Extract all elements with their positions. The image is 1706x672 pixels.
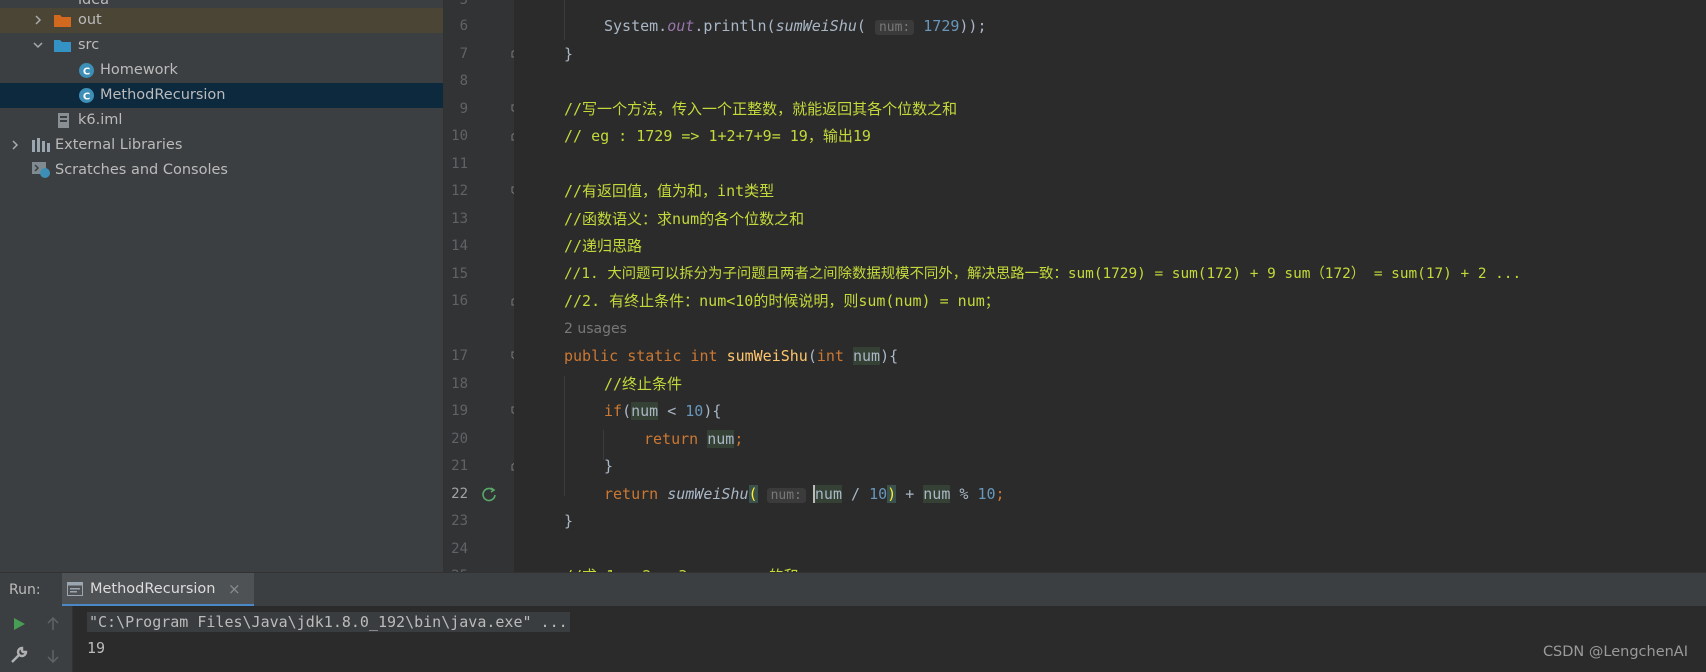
project-panel: idea out src C Homework C MethodRecursio… bbox=[0, 0, 443, 572]
tree-item-label: Homework bbox=[100, 62, 178, 78]
tree-item-label: External Libraries bbox=[55, 137, 183, 153]
tree-item-out[interactable]: out bbox=[0, 8, 443, 33]
line-number: 8 bbox=[459, 73, 468, 89]
code-line-15[interactable]: //1. 大问题可以拆分为子问题且两者之间除数据规模不同外，解决思路一致：sum… bbox=[564, 261, 1521, 287]
code-line-18[interactable]: //终止条件 bbox=[604, 371, 682, 397]
line-number: 13 bbox=[451, 211, 468, 227]
tree-item-label: k6.iml bbox=[78, 112, 123, 128]
code-line-20[interactable]: return num; bbox=[644, 426, 743, 452]
tree-item-label: out bbox=[78, 12, 102, 28]
run-label: Run: bbox=[9, 582, 41, 598]
run-console[interactable]: "C:\Program Files\Java\jdk1.8.0_192\bin\… bbox=[0, 606, 1706, 672]
svg-text:C: C bbox=[83, 67, 90, 78]
recursive-call-icon[interactable] bbox=[481, 486, 497, 502]
code-line-22[interactable]: return sumWeiShu( num: num / 10) + num %… bbox=[604, 481, 1005, 507]
text-cursor: num bbox=[812, 485, 842, 503]
line-number: 21 bbox=[451, 458, 468, 474]
line-number: 10 bbox=[451, 128, 468, 144]
line-number: 11 bbox=[451, 156, 468, 172]
code-line-7[interactable]: } bbox=[564, 41, 573, 67]
library-icon bbox=[32, 138, 50, 152]
close-icon[interactable]: × bbox=[228, 580, 241, 598]
chevron-down-icon[interactable] bbox=[32, 39, 44, 51]
tree-item-scratches[interactable]: Scratches and Consoles bbox=[0, 158, 443, 183]
arrow-up-icon[interactable] bbox=[46, 616, 60, 632]
java-class-icon: C bbox=[79, 88, 94, 103]
source-folder-icon bbox=[54, 40, 71, 52]
param-hint: num: bbox=[766, 488, 806, 503]
code-line-9[interactable]: //写一个方法，传入一个正整数，就能返回其各个位数之和 bbox=[564, 96, 957, 122]
line-number: 12 bbox=[451, 183, 468, 199]
folder-icon bbox=[54, 15, 71, 27]
line-number: 23 bbox=[451, 513, 468, 529]
line-number: 18 bbox=[451, 376, 468, 392]
line-number: 19 bbox=[451, 403, 468, 419]
line-number: 24 bbox=[451, 541, 468, 557]
run-tab-label: MethodRecursion bbox=[90, 581, 216, 597]
line-number: 17 bbox=[451, 348, 468, 364]
code-line-23[interactable]: } bbox=[564, 508, 573, 534]
code-line-10[interactable]: // eg : 1729 => 1+2+7+9= 19，输出19 bbox=[564, 123, 871, 149]
chevron-right-icon[interactable] bbox=[9, 139, 21, 151]
tree-item-methodrecursion[interactable]: C MethodRecursion bbox=[0, 83, 443, 108]
param-hint: num: bbox=[874, 20, 915, 35]
run-icon[interactable] bbox=[11, 616, 27, 632]
java-class-icon: C bbox=[79, 63, 94, 78]
tree-item-external-libraries[interactable]: External Libraries bbox=[0, 133, 443, 158]
code-line-25[interactable]: //求 1 + 2 + 3 ... + n 的和 bbox=[564, 563, 799, 572]
code-line-14[interactable]: //递归思路 bbox=[564, 233, 642, 259]
tree-item-k6-iml[interactable]: k6.iml bbox=[0, 108, 443, 133]
run-command-line: "C:\Program Files\Java\jdk1.8.0_192\bin\… bbox=[87, 612, 570, 632]
scratches-icon bbox=[32, 162, 50, 178]
code-line-17[interactable]: public static int sumWeiShu(int num){ bbox=[564, 343, 898, 369]
line-number: 14 bbox=[451, 238, 468, 254]
line-number: 16 bbox=[451, 293, 468, 309]
watermark: CSDN @LengchenAI bbox=[1542, 644, 1688, 660]
run-tab[interactable]: MethodRecursion × bbox=[62, 573, 254, 607]
code-line-21[interactable]: } bbox=[604, 453, 613, 479]
svg-text:C: C bbox=[83, 92, 90, 103]
tree-item-label: idea bbox=[78, 0, 110, 8]
code-line-19[interactable]: if(num < 10){ bbox=[604, 398, 721, 424]
tree-item-homework[interactable]: C Homework bbox=[0, 58, 443, 83]
code-line-12[interactable]: //有返回值，值为和，int类型 bbox=[564, 178, 774, 204]
line-number: 6 bbox=[459, 18, 468, 34]
run-output: 19 bbox=[87, 639, 106, 657]
line-number: 9 bbox=[459, 101, 468, 117]
line-number: 7 bbox=[459, 46, 468, 62]
code-editor[interactable]: System.out.println(sumWeiShu( num: 1729)… bbox=[514, 0, 1706, 572]
module-file-icon bbox=[58, 113, 69, 128]
tree-item-label: Scratches and Consoles bbox=[55, 162, 228, 178]
chevron-right-icon[interactable] bbox=[32, 14, 44, 26]
line-number: 20 bbox=[451, 431, 468, 447]
arrow-down-icon[interactable] bbox=[46, 648, 60, 664]
usages-inlay[interactable]: 2 usages bbox=[564, 316, 627, 342]
tree-item-label: MethodRecursion bbox=[100, 87, 226, 103]
code-line-13[interactable]: //函数语义：求num的各个位数之和 bbox=[564, 206, 804, 232]
tree-item-label: src bbox=[78, 37, 100, 53]
line-number-current: 22 bbox=[451, 486, 468, 502]
wrench-icon[interactable] bbox=[10, 646, 28, 664]
console-tab-icon bbox=[67, 582, 83, 596]
code-line-6[interactable]: System.out.println(sumWeiShu( num: 1729)… bbox=[604, 13, 987, 39]
line-number: 15 bbox=[451, 266, 468, 282]
run-toolbar bbox=[0, 606, 73, 672]
tree-item-src[interactable]: src bbox=[0, 33, 443, 58]
run-panel-header: Run: MethodRecursion × bbox=[0, 572, 1706, 607]
line-number: 5 bbox=[459, 0, 468, 8]
code-line-16[interactable]: //2. 有终止条件：num<10的时候说明，则sum(num) = num； bbox=[564, 288, 1000, 314]
